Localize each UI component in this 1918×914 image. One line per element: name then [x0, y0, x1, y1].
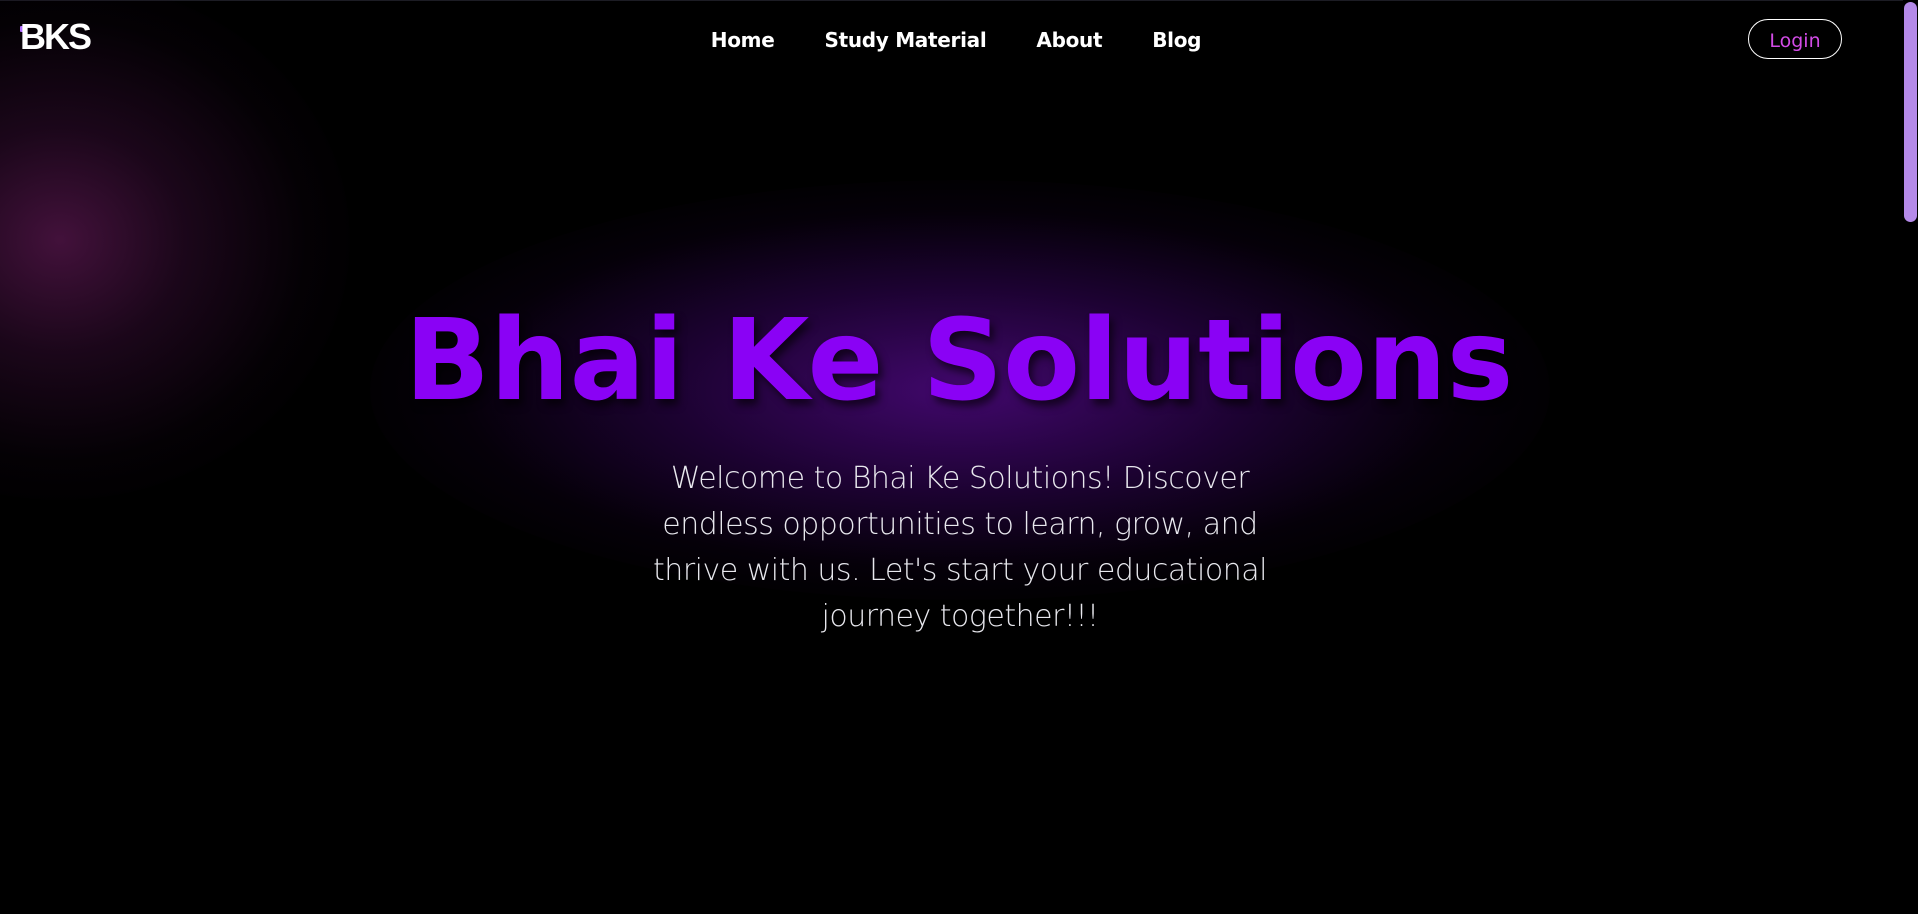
- nav-link-study-material[interactable]: Study Material: [824, 22, 986, 58]
- nav-link-about[interactable]: About: [1036, 22, 1102, 58]
- logo[interactable]: BKS: [20, 17, 92, 57]
- nav-link-blog[interactable]: Blog: [1152, 22, 1201, 58]
- login-button[interactable]: Login: [1748, 19, 1842, 59]
- scrollbar-thumb[interactable]: [1904, 2, 1917, 222]
- main-nav: Home Study Material About Blog: [0, 22, 1918, 58]
- nav-link-home[interactable]: Home: [711, 22, 775, 58]
- hero-subtitle: Welcome to Bhai Ke Solutions! Discover e…: [653, 461, 1267, 634]
- logo-text: BKS: [20, 16, 92, 57]
- page: BKS Home Study Material About Blog Login…: [0, 0, 1918, 914]
- hero-title: Bhai Ke Solutions: [404, 296, 1514, 426]
- top-border: [0, 0, 1918, 1]
